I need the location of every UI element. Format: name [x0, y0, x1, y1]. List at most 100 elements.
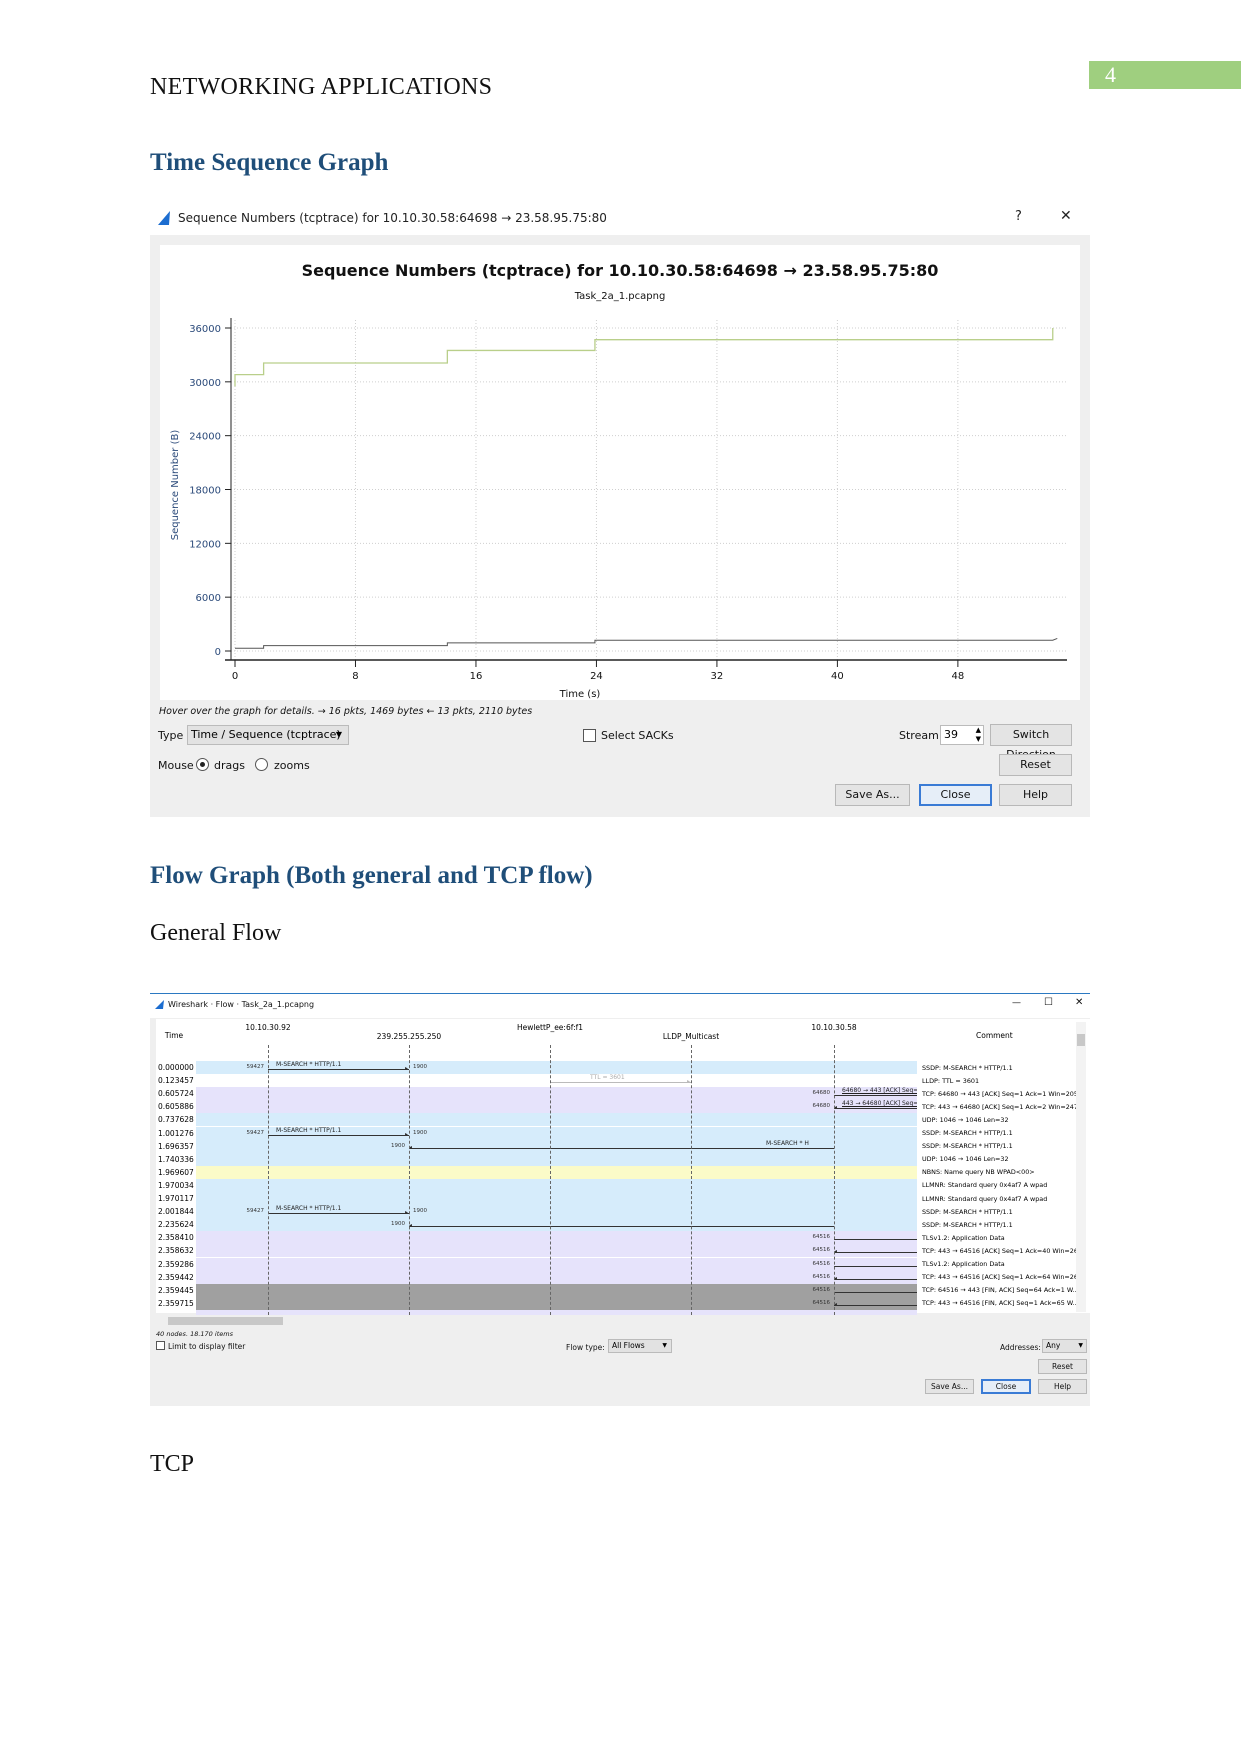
x-axis-label: Time (s) — [559, 689, 601, 700]
flow-row[interactable] — [196, 1178, 917, 1192]
reset-button[interactable]: Reset — [1038, 1359, 1087, 1374]
maximize-icon[interactable]: ☐ — [1044, 997, 1053, 1008]
x-tick-label: 32 — [711, 671, 724, 682]
save-as-button[interactable]: Save As... — [835, 784, 910, 806]
close-button[interactable]: Close — [919, 784, 992, 806]
row-time: 2.001844 — [158, 1207, 194, 1217]
src-port: 64516 — [812, 1234, 831, 1241]
plot-area[interactable]: Sequence Numbers (tcptrace) for 10.10.30… — [160, 245, 1080, 700]
row-time: 1.970034 — [158, 1180, 194, 1190]
stream-value: 39 — [944, 728, 958, 741]
flow-arrow[interactable] — [409, 1226, 834, 1228]
drags-radio[interactable] — [196, 758, 209, 771]
row-time: 2.358410 — [158, 1233, 194, 1243]
flow-arrow[interactable] — [834, 1108, 917, 1110]
section-heading-tcp: TCP — [150, 1451, 195, 1477]
row-time: 1.001276 — [158, 1128, 194, 1138]
flow-row[interactable] — [196, 1074, 917, 1088]
row-comment: TCP: 443 → 64516 [ACK] Seq=1 Ack=40 Win=… — [922, 1246, 1085, 1255]
flow-arrow[interactable] — [409, 1147, 834, 1149]
limit-filter-checkbox[interactable] — [156, 1341, 165, 1350]
row-time: 0.123457 — [158, 1076, 194, 1086]
dst-port: 64516 — [812, 1247, 831, 1254]
src-port: 64680 — [812, 1090, 831, 1097]
help-button[interactable]: Help — [1038, 1379, 1087, 1394]
row-time: 1.740336 — [158, 1154, 194, 1164]
flow-arrow[interactable] — [268, 1069, 409, 1070]
flow-arrow[interactable] — [268, 1213, 409, 1215]
switch-direction-button[interactable]: Switch Direction — [990, 724, 1072, 761]
window-title: Wireshark · Flow · Task_2a_1.pcapng — [168, 1000, 315, 1009]
reset-button[interactable]: Reset — [999, 754, 1072, 776]
node-label: 239.255.255.250 — [376, 1032, 442, 1041]
close-icon[interactable]: ✕ — [1075, 997, 1083, 1008]
wireshark-fin-icon — [158, 211, 170, 225]
dst-port: 64680 — [812, 1103, 831, 1110]
row-comment: SSDP: M-SEARCH * HTTP/1.1 — [922, 1220, 1013, 1229]
arrow-label: M-SEARCH * HTTP/1.1 — [276, 1061, 342, 1068]
limit-filter-label: Limit to display filter — [168, 1342, 246, 1351]
close-icon[interactable]: ✕ — [1060, 208, 1072, 224]
addresses-label: Addresses: — [1000, 1343, 1041, 1352]
stream-spinbox[interactable]: 39 ▲ ▼ — [940, 725, 984, 745]
flow-arrow[interactable] — [834, 1278, 917, 1280]
close-button[interactable]: Close — [981, 1379, 1031, 1394]
flow-arrow[interactable] — [834, 1291, 917, 1293]
addresses-value: Any — [1046, 1341, 1061, 1350]
node-label: 10.10.30.92 — [245, 1023, 291, 1032]
flow-type-dropdown[interactable]: All Flows ▼ — [608, 1339, 672, 1353]
node-lifeline — [834, 1045, 835, 1315]
type-dropdown[interactable]: Time / Sequence (tcptrace) ▼ — [187, 725, 349, 745]
row-time: 2.359445 — [158, 1285, 194, 1295]
spin-arrows-icon[interactable]: ▲ ▼ — [976, 726, 981, 744]
vertical-scrollbar[interactable] — [1076, 1022, 1086, 1312]
arrow-right-icon: ▸ — [405, 1209, 409, 1217]
row-time: 0.000000 — [158, 1063, 194, 1072]
row-comment: TLSv1.2: Application Data — [922, 1260, 1005, 1268]
sequence-chart[interactable]: Sequence Numbers (tcptrace) for 10.10.30… — [160, 245, 1080, 700]
row-time: 2.359286 — [158, 1259, 194, 1269]
addresses-dropdown[interactable]: Any ▼ — [1042, 1339, 1087, 1353]
flow-arrow[interactable] — [834, 1095, 917, 1097]
zooms-radio[interactable] — [255, 758, 268, 771]
status-text: 40 nodes. 18.170 items — [156, 1330, 233, 1338]
arrow-label: M-SEARCH * HTTP/1.1 — [276, 1205, 342, 1213]
row-comment: SSDP: M-SEARCH * HTTP/1.1 — [922, 1142, 1013, 1151]
flow-row[interactable] — [196, 1152, 917, 1166]
flow-arrow[interactable] — [834, 1304, 917, 1306]
flow-row[interactable] — [196, 1192, 917, 1206]
row-time: 0.605724 — [158, 1089, 194, 1099]
flow-row[interactable] — [196, 1113, 917, 1127]
help-icon[interactable]: ? — [1015, 209, 1022, 224]
chevron-down-icon: ▼ — [662, 1342, 667, 1349]
node-lifeline — [550, 1045, 551, 1315]
window-title: Sequence Numbers (tcptrace) for 10.10.30… — [178, 211, 607, 225]
row-comment: LLDP: TTL = 3601 — [922, 1076, 980, 1085]
flow-diagram[interactable]: Time Comment 10.10.30.92 239.255.255.250 Hew… — [156, 1019, 1094, 1315]
save-as-button[interactable]: Save As... — [925, 1379, 974, 1394]
select-sacks-checkbox[interactable] — [583, 729, 596, 742]
flow-arrow[interactable] — [834, 1239, 917, 1241]
arrow-right-icon: ▸ — [405, 1130, 409, 1138]
help-button[interactable]: Help — [999, 784, 1072, 806]
chevron-down-icon: ▼ — [335, 730, 342, 739]
y-tick-label: 30000 — [189, 378, 221, 389]
scrollbar-thumb[interactable] — [1077, 1034, 1085, 1046]
flow-row[interactable] — [196, 1165, 917, 1179]
horizontal-scrollbar[interactable] — [156, 1316, 1086, 1326]
arrow-label: M-SEARCH * H — [766, 1139, 809, 1147]
flow-arrow[interactable] — [550, 1082, 691, 1084]
flow-arrow[interactable] — [268, 1134, 409, 1136]
flow-arrow[interactable] — [834, 1265, 917, 1267]
chart-subtitle: Task_2a_1.pcapng — [574, 291, 666, 302]
flow-row[interactable] — [196, 1218, 917, 1232]
row-comment: UDP: 1046 → 1046 Len=32 — [922, 1155, 1009, 1164]
flow-arrow[interactable] — [834, 1252, 917, 1254]
minimize-icon[interactable]: — — [1012, 998, 1021, 1008]
src-port: 64516 — [812, 1286, 831, 1293]
dst-port: 64516 — [812, 1273, 831, 1280]
dst-port: 1900 — [391, 1221, 405, 1228]
y-tick-label: 6000 — [196, 593, 221, 604]
flow-row[interactable] — [196, 1309, 917, 1315]
scrollbar-thumb[interactable] — [168, 1317, 283, 1325]
